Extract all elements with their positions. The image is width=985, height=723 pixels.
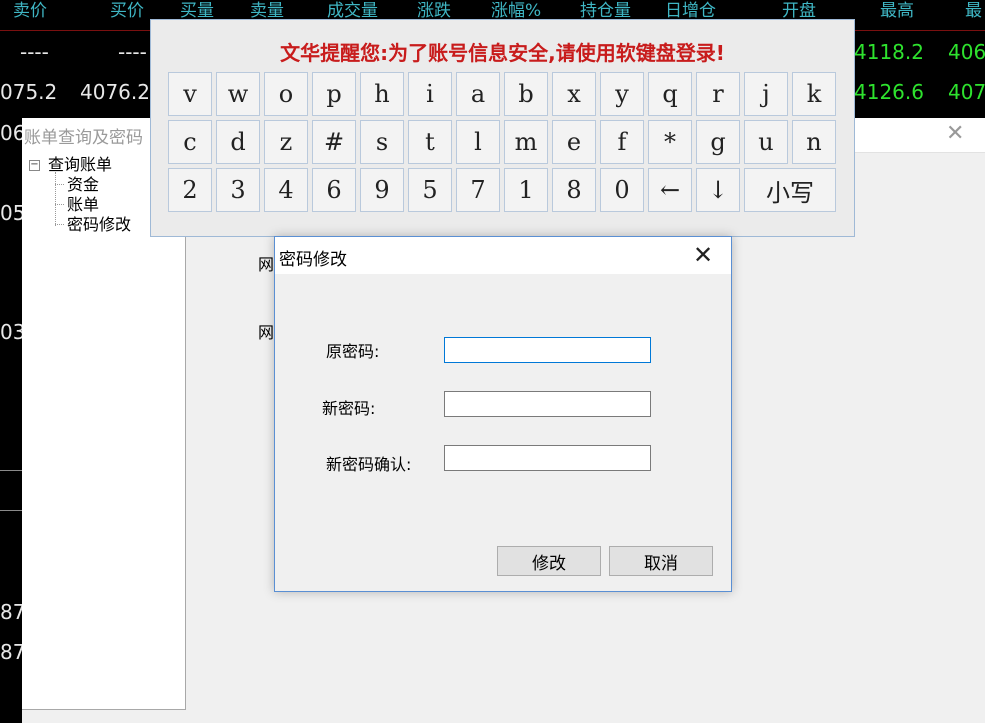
column-header[interactable]: 最 [965,0,982,21]
keyboard-key[interactable]: v [168,72,212,116]
tree-connector [55,224,64,225]
keyboard-key[interactable]: f [600,120,644,164]
keyboard-key[interactable]: g [696,120,740,164]
collapse-icon[interactable]: − [29,160,40,171]
tree-connector [55,204,64,205]
column-header[interactable]: 涨跌 [417,0,451,21]
dialog-title: 密码修改 [279,250,347,270]
keyboard-key[interactable]: i [408,72,452,116]
keyboard-warning: 文华提醒您:为了账号信息安全,请使用软键盘登录! [280,41,725,65]
password-dialog: 密码修改 ✕ 原密码: 新密码: 新密码确认: 修改 取消 [274,236,732,592]
keyboard-key[interactable]: z [264,120,308,164]
keyboard-key[interactable]: p [312,72,356,116]
keyboard-key[interactable]: * [648,120,692,164]
tree-connector [55,184,64,185]
new-password-label: 新密码: [322,399,376,418]
column-header[interactable]: 卖量 [250,0,284,21]
column-header[interactable]: 买价 [110,0,144,21]
quote-cell[interactable]: 4118.2 [854,40,924,64]
tree-connector [55,172,56,226]
keyboard-key[interactable]: y [600,72,644,116]
keyboard-key[interactable]: d [216,120,260,164]
keyboard-key[interactable]: o [264,72,308,116]
keyboard-key[interactable]: 6 [312,168,356,212]
keyboard-key[interactable]: e [552,120,596,164]
keyboard-key[interactable]: h [360,72,404,116]
keyboard-key[interactable]: 8 [552,168,596,212]
keyboard-key[interactable]: 0 [600,168,644,212]
confirm-password-label: 新密码确认: [326,455,412,474]
column-header[interactable]: 成交量 [327,0,378,21]
side-label: 网 [258,323,275,342]
keyboard-key[interactable]: 3 [216,168,260,212]
quote-cell[interactable]: 407 [948,80,985,104]
cancel-button[interactable]: 取消 [609,546,713,576]
keyboard-key[interactable]: l [456,120,500,164]
keyboard-key[interactable]: ↓ [696,168,740,212]
new-password-input[interactable] [444,391,651,417]
keyboard-key[interactable]: 5 [408,168,452,212]
keyboard-key[interactable]: # [312,120,356,164]
quote-cell[interactable]: 4126.6 [854,80,924,104]
confirm-password-input[interactable] [444,445,651,471]
old-password-input[interactable] [444,337,651,363]
column-header[interactable]: 日增仓 [665,0,716,21]
keyboard-key[interactable]: r [696,72,740,116]
quote-cell[interactable]: 4076.2 [80,80,150,104]
keyboard-key[interactable]: b [504,72,548,116]
close-icon[interactable]: ✕ [946,121,964,146]
tree-item-bill[interactable]: 账单 [67,196,99,214]
modify-button[interactable]: 修改 [497,546,601,576]
column-header[interactable]: 买量 [180,0,214,21]
keyboard-key[interactable]: 1 [504,168,548,212]
keyboard-key[interactable]: 7 [456,168,500,212]
keyboard-key[interactable]: j [744,72,788,116]
keyboard-key[interactable]: 4 [264,168,308,212]
keyboard-key[interactable]: 小写 [744,168,836,212]
dialog-titlebar[interactable]: 密码修改 ✕ [275,237,731,274]
keyboard-key[interactable]: 9 [360,168,404,212]
keyboard-key[interactable]: q [648,72,692,116]
column-header[interactable]: 卖价 [13,0,47,21]
keyboard-key[interactable]: a [456,72,500,116]
keyboard-key[interactable]: t [408,120,452,164]
column-header[interactable]: 持仓量 [580,0,631,21]
account-window-title: 账单查询及密码 [24,128,143,148]
quote-cell[interactable]: ---- [20,40,49,64]
keyboard-key[interactable]: n [792,120,836,164]
column-header[interactable]: 最高 [880,0,914,21]
keyboard-key[interactable]: 2 [168,168,212,212]
side-label: 网 [258,255,275,274]
old-password-label: 原密码: [326,342,380,361]
keyboard-key[interactable]: x [552,72,596,116]
keyboard-key[interactable]: k [792,72,836,116]
tree-item-change-password[interactable]: 密码修改 [67,216,131,234]
soft-keyboard: 文华提醒您:为了账号信息安全,请使用软键盘登录! vwophiabxyqrjk c… [150,19,855,237]
column-header[interactable]: 开盘 [782,0,816,21]
keyboard-key[interactable]: s [360,120,404,164]
tree-item-funds[interactable]: 资金 [67,176,99,194]
keyboard-key[interactable]: c [168,120,212,164]
keyboard-key[interactable]: ← [648,168,692,212]
column-header[interactable]: 涨幅% [491,0,541,21]
close-icon[interactable]: ✕ [693,241,713,269]
keyboard-key[interactable]: u [744,120,788,164]
quote-cell[interactable]: 406 [948,40,985,64]
tree-item-query-bill[interactable]: 查询账单 [48,156,112,174]
quote-cell[interactable]: 075.2 [0,80,57,104]
quote-cell[interactable]: ---- [118,40,147,64]
keyboard-key[interactable]: m [504,120,548,164]
keyboard-key[interactable]: w [216,72,260,116]
